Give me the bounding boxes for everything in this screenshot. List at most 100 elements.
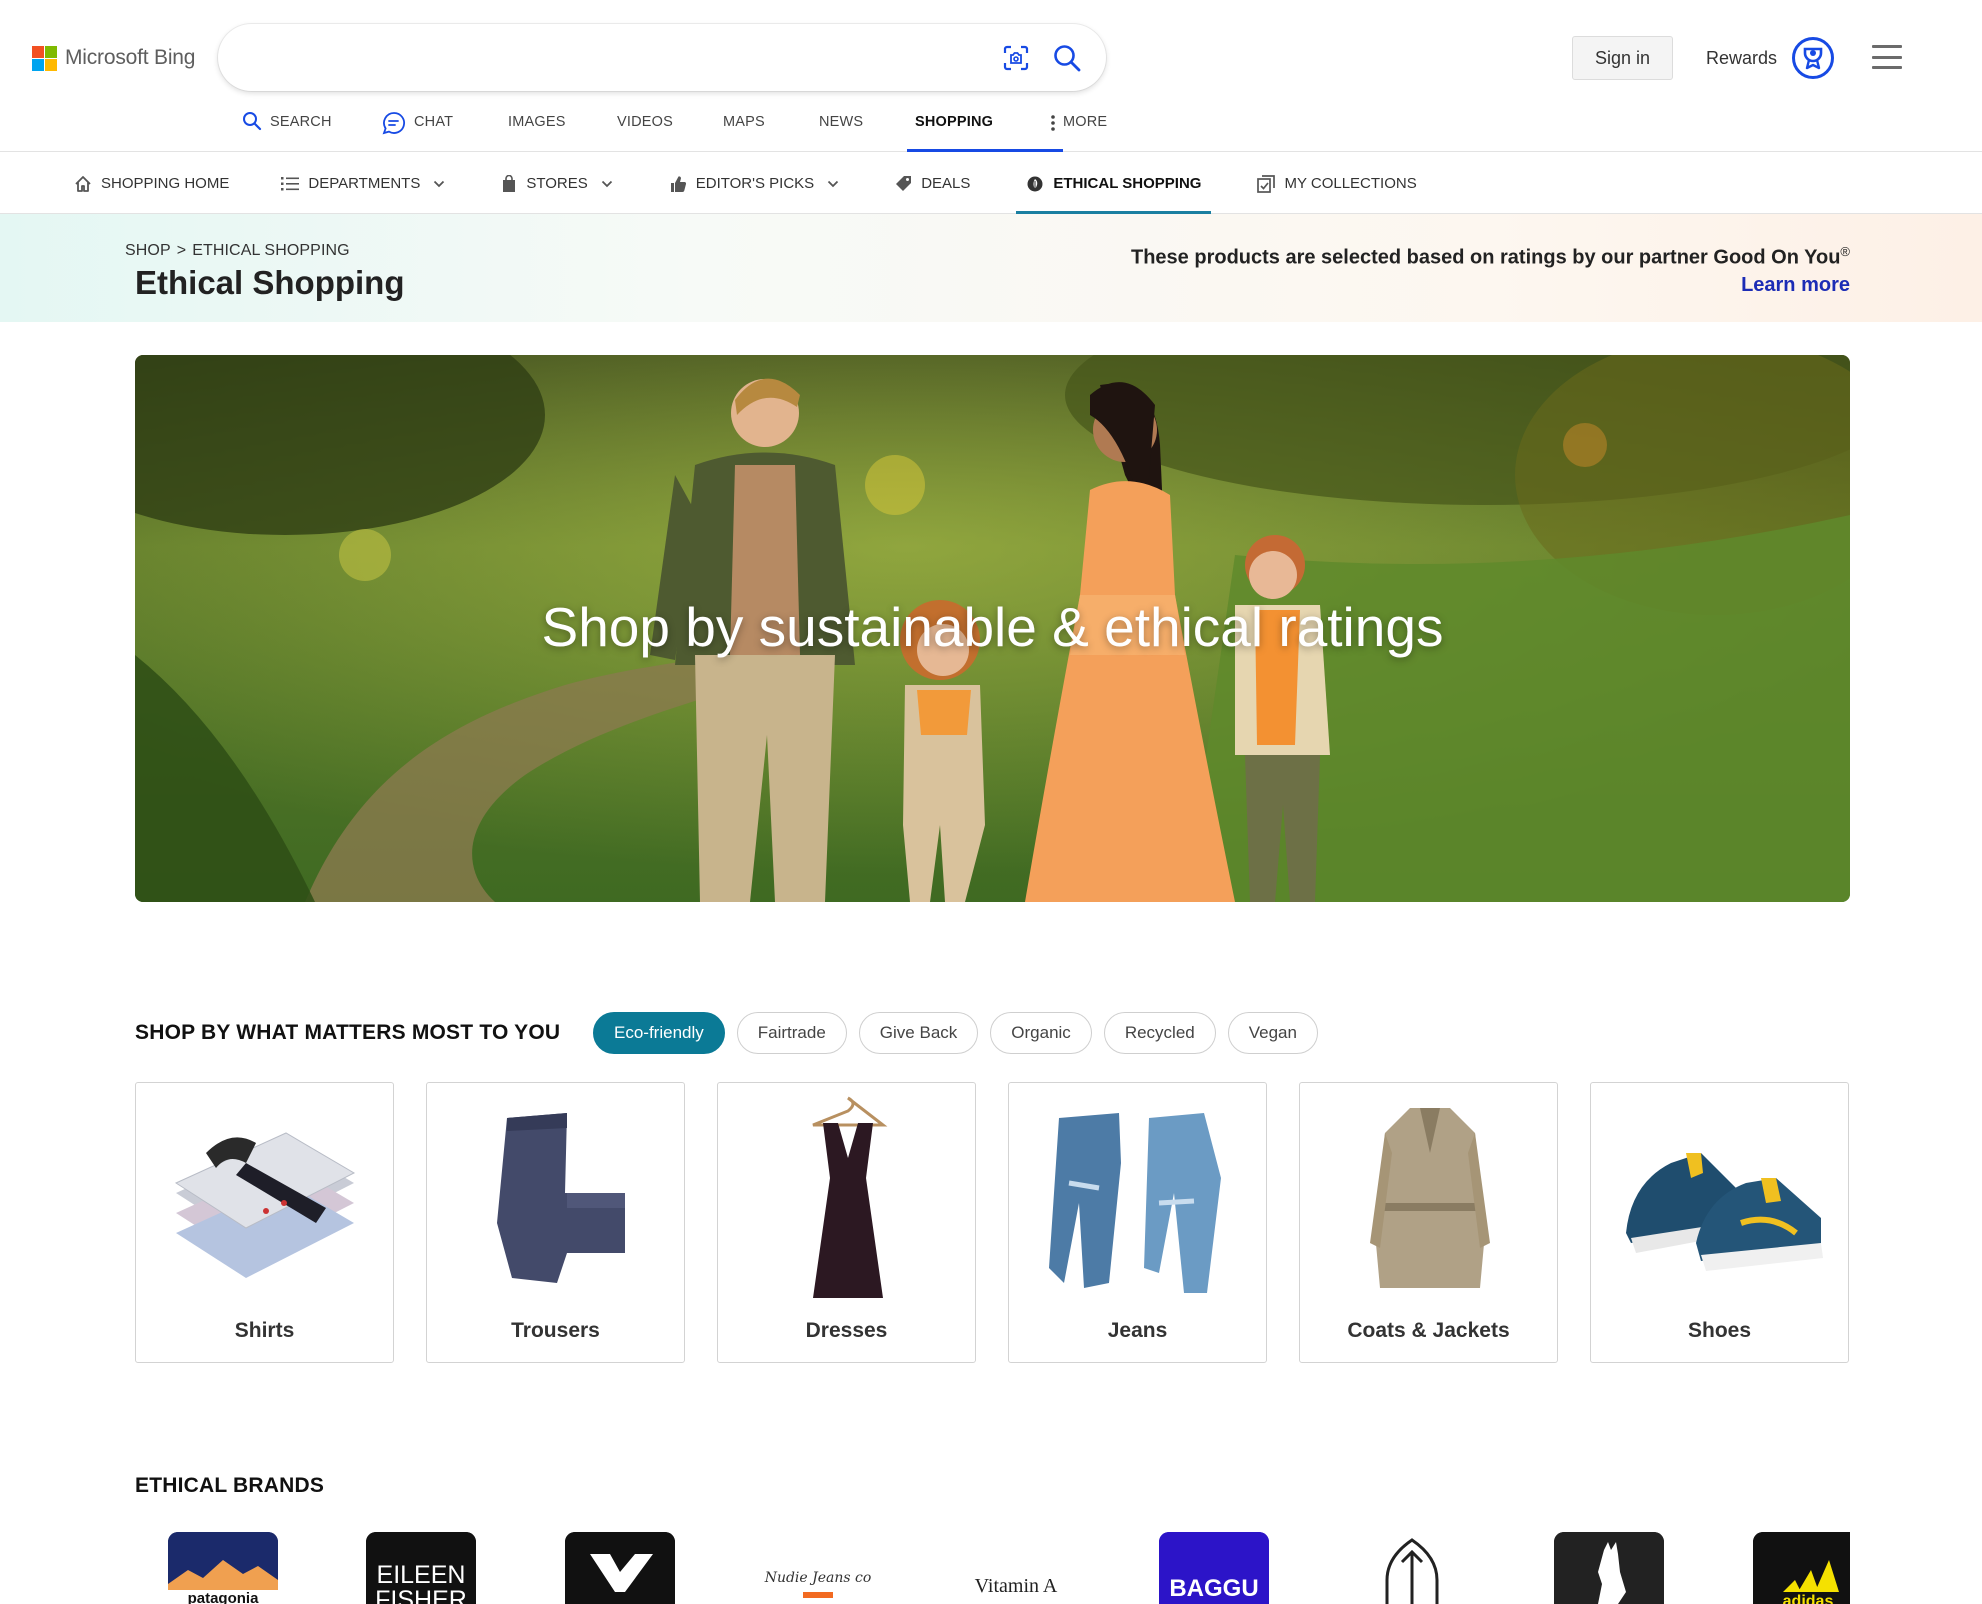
category-label: Shoes — [1687, 1319, 1752, 1342]
brand-llama[interactable] — [1554, 1532, 1664, 1604]
logo-text: Microsoft Bing — [65, 46, 196, 69]
category-card-dresses[interactable]: Dresses — [717, 1082, 976, 1363]
nav-stores[interactable]: STORES — [501, 153, 612, 214]
chevron-down-icon — [601, 180, 612, 187]
chevron-down-icon — [434, 180, 445, 187]
category-card-jeans[interactable]: Jeans — [1008, 1082, 1267, 1363]
chip-give-back[interactable]: Give Back — [858, 1012, 979, 1054]
breadcrumb-root[interactable]: SHOP — [125, 242, 171, 259]
brand-text: Nudie Jeans co — [764, 1570, 872, 1586]
category-label: Coats & Jackets — [1347, 1319, 1510, 1342]
arch-logo-icon — [1385, 1538, 1439, 1604]
brand-baggu[interactable]: BAGGU — [1159, 1532, 1269, 1604]
nav-deals[interactable]: DEALS — [895, 153, 970, 214]
vitamin-a-logo-icon: Vitamin A — [975, 1575, 1058, 1597]
search-scopes: SEARCH CHAT IMAGES VIDEOS MAPS NEWS SHOP… — [242, 108, 1151, 152]
breadcrumb-separator: > — [176, 242, 187, 259]
chat-icon — [382, 112, 405, 135]
brand-vitamin-a[interactable]: Vitamin A — [961, 1532, 1071, 1604]
category-label: Shirts — [234, 1319, 295, 1342]
hero-banner[interactable]: Shop by sustainable & ethical ratings — [135, 355, 1850, 902]
scope-search[interactable]: SEARCH — [242, 108, 382, 152]
chip-eco-friendly[interactable]: Eco-friendly — [593, 1012, 725, 1054]
scope-label: MAPS — [723, 114, 765, 130]
menu-hamburger-icon[interactable] — [1872, 45, 1902, 69]
list-icon — [281, 176, 300, 190]
chevron-down-icon — [828, 180, 839, 187]
microsoft-logo-icon — [32, 45, 57, 71]
patagonia-logo-icon: patagonia — [168, 1532, 278, 1604]
scope-label: NEWS — [819, 114, 864, 130]
category-card-shoes[interactable]: Shoes — [1590, 1082, 1849, 1363]
breadcrumb: SHOP > ETHICAL SHOPPING — [125, 242, 350, 260]
scope-label: IMAGES — [508, 114, 566, 130]
chip-vegan[interactable]: Vegan — [1227, 1012, 1318, 1054]
scope-videos[interactable]: VIDEOS — [617, 108, 723, 152]
brand-outline[interactable] — [1357, 1532, 1467, 1604]
registered-mark: ® — [1840, 244, 1850, 259]
adidas-logo-icon: adidas — [1753, 1532, 1850, 1604]
nudie-jeans-logo-icon: Nudie Jeans co — [764, 1570, 872, 1598]
scope-shopping[interactable]: SHOPPING — [907, 108, 1063, 152]
brand-adidas[interactable]: adidas — [1753, 1532, 1850, 1604]
nav-label: DEALS — [921, 175, 971, 192]
rewards-button[interactable]: Rewards — [1706, 36, 1835, 80]
category-label: Trousers — [511, 1319, 600, 1342]
brand-nudie-jeans[interactable]: Nudie Jeans co — [763, 1532, 873, 1604]
rewards-label: Rewards — [1706, 47, 1778, 68]
coat-image — [1370, 1108, 1490, 1288]
nav-editors-picks[interactable]: EDITOR'S PICKS — [669, 153, 839, 214]
thumbs-up-icon — [670, 175, 686, 192]
nav-label: DEPARTMENTS — [308, 175, 421, 192]
scope-chat[interactable]: CHAT — [382, 108, 508, 152]
search-box[interactable] — [218, 24, 1106, 91]
category-label: Jeans — [1107, 1319, 1168, 1342]
nav-ethical-shopping[interactable]: ETHICAL SHOPPING — [1016, 153, 1212, 215]
brand-text: adidas — [1783, 1593, 1834, 1604]
scope-maps[interactable]: MAPS — [723, 108, 819, 152]
nav-departments[interactable]: DEPARTMENTS — [281, 153, 445, 214]
rewards-trophy-icon — [1792, 37, 1835, 79]
chip-recycled[interactable]: Recycled — [1103, 1012, 1216, 1054]
brands-row: patagonia EILEEN FISHER Nudie Jeans co V… — [168, 1532, 1850, 1604]
chip-organic[interactable]: Organic — [990, 1012, 1092, 1054]
category-card-trousers[interactable]: Trousers — [426, 1082, 685, 1363]
scope-label: MORE — [1063, 114, 1108, 130]
brand-patagonia[interactable]: patagonia — [168, 1532, 278, 1604]
jeans-image — [1049, 1113, 1221, 1293]
brands-heading: ETHICAL BRANDS — [135, 1474, 325, 1497]
scope-label: CHAT — [414, 114, 454, 130]
scope-label: SEARCH — [270, 114, 332, 130]
search-icon[interactable] — [1052, 43, 1082, 73]
learn-more-link[interactable]: Learn more — [1741, 274, 1850, 297]
category-label: Dresses — [805, 1319, 888, 1342]
brand-veja[interactable] — [565, 1532, 675, 1604]
scope-images[interactable]: IMAGES — [508, 108, 617, 152]
nav-shopping-home[interactable]: SHOPPING HOME — [74, 153, 229, 214]
home-icon — [75, 175, 91, 192]
brand-text: Vitamin A — [975, 1575, 1058, 1597]
llama-logo-icon — [1554, 1532, 1664, 1604]
bing-logo[interactable]: Microsoft Bing — [32, 44, 195, 72]
search-input[interactable] — [244, 40, 984, 74]
nav-label: MY COLLECTIONS — [1284, 175, 1417, 192]
top-header: Microsoft Bing Sign in Rewards SEARCH CH… — [0, 0, 1982, 152]
sneakers-image — [1626, 1153, 1823, 1271]
scope-more[interactable]: MORE — [1051, 108, 1151, 152]
nav-label: STORES — [526, 175, 588, 192]
brand-text-line2: FISHER — [375, 1586, 467, 1604]
scope-news[interactable]: NEWS — [819, 108, 915, 152]
category-cards: Shirts Trousers Dresses Jeans Coats & Ja… — [135, 1082, 1849, 1363]
category-card-shirts[interactable]: Shirts — [135, 1082, 394, 1363]
shopping-nav: SHOPPING HOME DEPARTMENTS STORES EDITOR'… — [0, 153, 1982, 215]
sign-in-button[interactable]: Sign in — [1572, 36, 1673, 80]
brand-eileen-fisher[interactable]: EILEEN FISHER — [366, 1532, 476, 1604]
scope-label: SHOPPING — [915, 114, 994, 130]
visual-search-icon[interactable] — [1002, 44, 1030, 72]
more-dots-icon — [1051, 115, 1055, 131]
chip-fairtrade[interactable]: Fairtrade — [736, 1012, 847, 1054]
breadcrumb-current: ETHICAL SHOPPING — [192, 242, 350, 259]
nav-my-collections[interactable]: MY COLLECTIONS — [1257, 153, 1417, 214]
category-card-coats[interactable]: Coats & Jackets — [1299, 1082, 1558, 1363]
page-header-strip: SHOP > ETHICAL SHOPPING Ethical Shopping T… — [0, 214, 1982, 322]
